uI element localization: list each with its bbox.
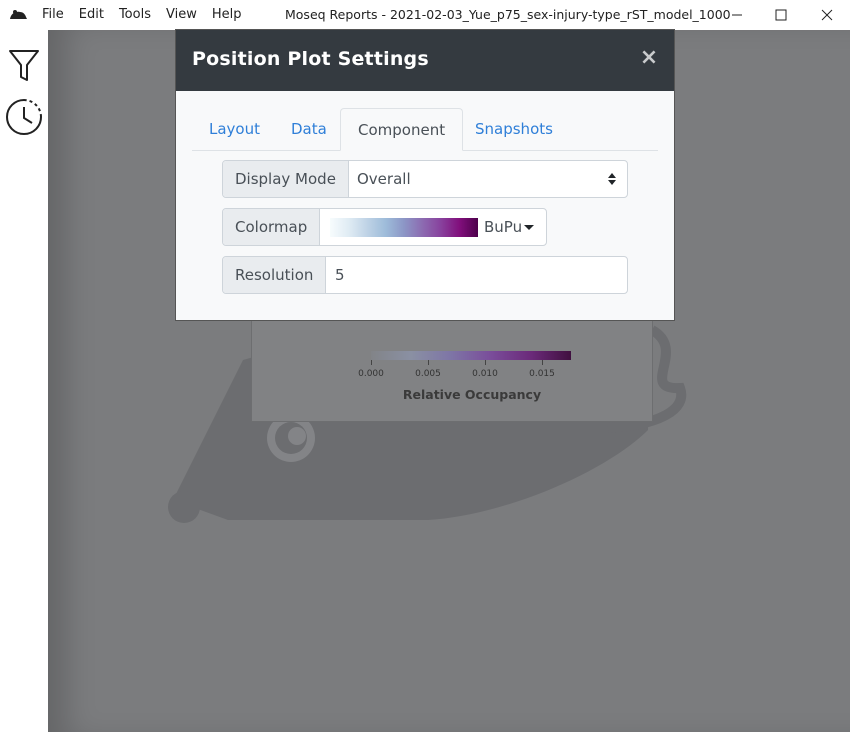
dropdown-caret-icon bbox=[524, 225, 534, 230]
colorbar-ticks bbox=[371, 360, 571, 365]
app-logo-icon bbox=[10, 10, 27, 19]
colormap-label: Colormap bbox=[223, 209, 321, 245]
window-title: Moseq Reports - 2021-02-03_Yue_p75_sex-i… bbox=[285, 7, 731, 22]
resolution-label: Resolution bbox=[223, 257, 327, 293]
modal-header: Position Plot Settings × bbox=[176, 30, 674, 91]
colorbar-tick-label: 0.005 bbox=[415, 369, 441, 379]
settings-tabs: Layout Data Component Snapshots bbox=[192, 108, 658, 151]
colormap-preview bbox=[330, 218, 478, 237]
tab-data[interactable]: Data bbox=[274, 108, 344, 149]
display-mode-group: Display Mode Overall bbox=[222, 160, 628, 198]
position-plot-settings-modal: Position Plot Settings × Layout Data Com… bbox=[176, 30, 674, 320]
title-bar: File Edit Tools View Help Moseq Reports … bbox=[0, 0, 850, 30]
modal-title: Position Plot Settings bbox=[192, 48, 429, 70]
colorbar-tick-label: 0.015 bbox=[529, 369, 555, 379]
resolution-group: Resolution 5 bbox=[222, 256, 628, 294]
filter-icon[interactable] bbox=[5, 47, 43, 85]
tab-component[interactable]: Component bbox=[340, 108, 464, 151]
colorbar bbox=[371, 351, 571, 360]
menu-view[interactable]: View bbox=[166, 0, 197, 30]
tab-snapshots[interactable]: Snapshots bbox=[458, 108, 570, 149]
minimize-icon bbox=[732, 14, 742, 16]
colormap-dropdown[interactable]: BuPu bbox=[484, 209, 522, 245]
colormap-group: Colormap BuPu bbox=[222, 208, 547, 246]
select-arrows-icon bbox=[608, 173, 616, 185]
minimize-button[interactable] bbox=[714, 0, 760, 30]
display-mode-label: Display Mode bbox=[223, 161, 349, 197]
resolution-input[interactable]: 5 bbox=[335, 257, 615, 293]
colorbar-tick-label: 0.000 bbox=[358, 369, 384, 379]
close-icon bbox=[821, 9, 833, 21]
maximize-button[interactable] bbox=[758, 0, 804, 30]
history-icon[interactable] bbox=[5, 98, 43, 136]
colorbar-title: Relative Occupancy bbox=[402, 387, 542, 402]
menu-file[interactable]: File bbox=[42, 0, 64, 30]
menu-edit[interactable]: Edit bbox=[79, 0, 104, 30]
display-mode-select[interactable]: Overall bbox=[357, 161, 617, 197]
maximize-icon bbox=[775, 9, 787, 21]
modal-close-button[interactable]: × bbox=[638, 46, 660, 70]
menu-tools[interactable]: Tools bbox=[119, 0, 151, 30]
close-window-button[interactable] bbox=[804, 0, 850, 30]
menu-help[interactable]: Help bbox=[212, 0, 242, 30]
sidebar bbox=[0, 30, 48, 732]
tab-layout[interactable]: Layout bbox=[192, 108, 277, 149]
colorbar-tick-label: 0.010 bbox=[472, 369, 498, 379]
menu-bar: File Edit Tools View Help bbox=[42, 0, 256, 30]
